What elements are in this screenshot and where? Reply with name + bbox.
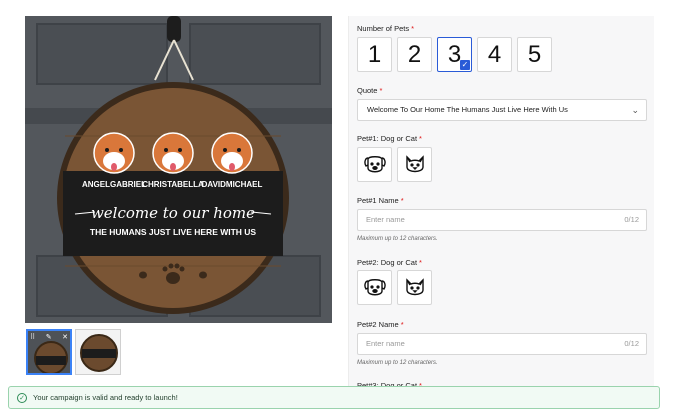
number-of-pets-selector: 1 2 3 ✓ 4 5	[357, 37, 552, 72]
checkmark-icon: ✓	[460, 60, 470, 70]
personalization-panel: Number of Pets * 1 2 3 ✓ 4 5 Quote * Welcom…	[348, 16, 654, 409]
toast-message: Your campaign is valid and ready to laun…	[33, 393, 178, 402]
pet1-name-input[interactable]: Enter name 0/12	[357, 209, 647, 231]
pet-count-5-button[interactable]: 5	[517, 37, 552, 72]
sign-subtitle: THE HUMANS JUST LIVE HERE WITH US	[90, 227, 257, 237]
pet1-dog-button[interactable]	[357, 147, 392, 182]
pet1-name-label: Pet#1 Name *	[357, 196, 404, 205]
pet-count-2-button[interactable]: 2	[397, 37, 432, 72]
thumbnail-sign	[34, 341, 68, 373]
pet-count-3-button[interactable]: 3 ✓	[437, 37, 472, 72]
pet1-type-selector	[357, 147, 432, 182]
chevron-down-icon: ⌄	[631, 105, 639, 115]
thumbnail-toolbar: ⠿ ✎ ✕	[30, 333, 68, 341]
check-circle-icon: ✓	[17, 392, 27, 403]
pet2-dog-button[interactable]	[357, 270, 392, 305]
pet1-cat-button[interactable]	[397, 147, 432, 182]
dog-icon	[363, 155, 386, 172]
sign-script: welcome to our home	[91, 204, 255, 222]
number-of-pets-label: Number of Pets *	[357, 24, 415, 33]
pet2-type-selector	[357, 270, 432, 305]
edit-icon[interactable]: ✎	[46, 333, 52, 341]
success-toast: ✓ Your campaign is valid and ready to la…	[8, 386, 660, 409]
quote-label: Quote *	[357, 86, 383, 95]
thumbnail-sign	[80, 334, 118, 372]
sign-name-1: ANGELGABRIEL	[82, 180, 146, 189]
pet2-name-counter: 0/12	[624, 339, 639, 348]
pet1-name-hint: Maximum up to 12 characters.	[357, 236, 438, 242]
sign-name-2: CHRISTABELLA	[142, 180, 204, 189]
product-image: ANGELGABRIEL CHRISTABELLA DAVIDMICHAEL w…	[25, 16, 332, 323]
cat-icon	[405, 154, 424, 172]
pet2-type-label: Pet#2: Dog or Cat *	[357, 258, 422, 267]
thumbnail-1[interactable]: ⠿ ✎ ✕	[26, 329, 72, 375]
dog-icon	[363, 278, 386, 295]
pet-count-4-button[interactable]: 4	[477, 37, 512, 72]
sign-name-3: DAVIDMICHAEL	[202, 180, 263, 189]
pet1-name-counter: 0/12	[624, 215, 639, 224]
close-icon[interactable]: ✕	[62, 333, 68, 341]
pet-count-1-button[interactable]: 1	[357, 37, 392, 72]
pet2-name-hint: Maximum up to 12 characters.	[357, 360, 438, 366]
page: ANGELGABRIEL CHRISTABELLA DAVIDMICHAEL w…	[0, 0, 680, 409]
thumbnail-strip: ⠿ ✎ ✕	[26, 329, 121, 375]
quote-select[interactable]: Welcome To Our Home The Humans Just Live…	[357, 99, 647, 121]
pet2-cat-button[interactable]	[397, 270, 432, 305]
pet2-name-label: Pet#2 Name *	[357, 320, 404, 329]
cat-icon	[405, 277, 424, 295]
pet1-type-label: Pet#1: Dog or Cat *	[357, 134, 422, 143]
move-icon[interactable]: ⠿	[30, 333, 35, 341]
pet2-name-input[interactable]: Enter name 0/12	[357, 333, 647, 355]
thumbnail-2[interactable]	[75, 329, 121, 375]
